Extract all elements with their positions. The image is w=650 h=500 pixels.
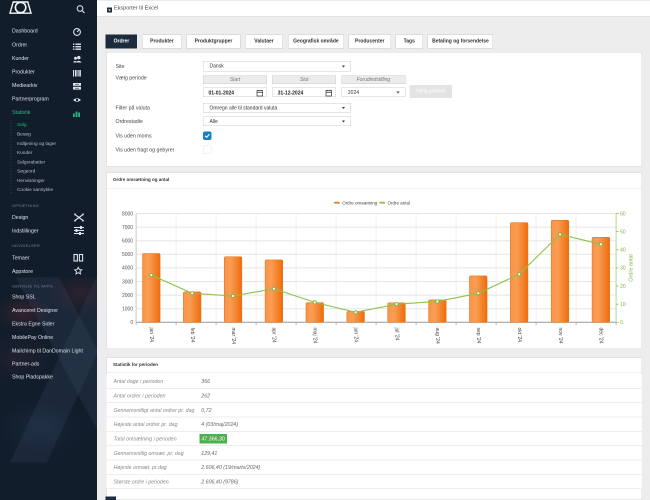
- svg-text:50: 50: [620, 229, 626, 235]
- svg-text:7000: 7000: [122, 225, 133, 231]
- svg-text:jun '24: jun '24: [352, 327, 358, 343]
- svg-text:dec '24: dec '24: [598, 328, 604, 344]
- svg-text:Ordre antal: Ordre antal: [629, 254, 635, 282]
- svg-text:10: 10: [620, 302, 626, 308]
- svg-text:mar '24: mar '24: [230, 328, 236, 345]
- svg-text:30: 30: [620, 266, 626, 272]
- svg-text:maj '24: maj '24: [312, 328, 318, 344]
- svg-text:60: 60: [620, 211, 626, 217]
- svg-text:aug '24: aug '24: [434, 328, 440, 344]
- svg-text:nov '24: nov '24: [557, 328, 563, 344]
- svg-text:2000: 2000: [122, 293, 133, 299]
- svg-text:Ordre omsætning: Ordre omsætning: [342, 200, 378, 205]
- svg-text:6000: 6000: [122, 238, 133, 244]
- svg-text:5000: 5000: [122, 252, 133, 258]
- svg-text:sep '24: sep '24: [475, 328, 481, 344]
- svg-text:4000: 4000: [122, 266, 133, 272]
- svg-text:0: 0: [620, 320, 623, 326]
- svg-text:Ordre antal: Ordre antal: [388, 200, 411, 205]
- svg-text:apr '24: apr '24: [271, 328, 277, 343]
- svg-text:jan '24: jan '24: [148, 327, 154, 343]
- svg-text:jul '24: jul '24: [393, 327, 399, 341]
- svg-text:1000: 1000: [122, 306, 133, 312]
- svg-text:3000: 3000: [122, 279, 133, 285]
- svg-text:okt '24: okt '24: [516, 328, 522, 343]
- svg-text:40: 40: [620, 248, 626, 254]
- svg-text:20: 20: [620, 284, 626, 290]
- svg-text:8000: 8000: [122, 211, 133, 217]
- svg-text:feb '24: feb '24: [189, 328, 195, 343]
- svg-text:0: 0: [130, 320, 133, 326]
